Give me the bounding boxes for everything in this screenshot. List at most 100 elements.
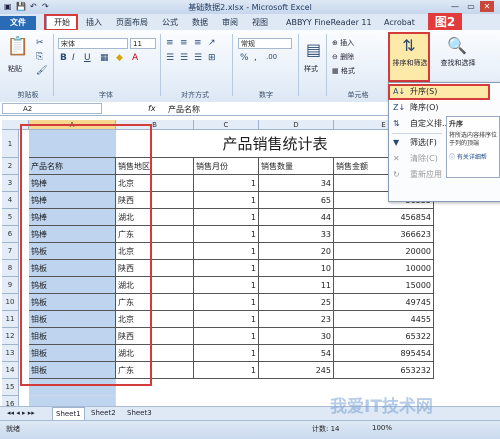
table-cell[interactable]: 1 <box>194 192 259 209</box>
row-header-10[interactable]: 10 <box>2 294 19 311</box>
name-box[interactable]: A2 <box>2 103 102 114</box>
align-top-icon[interactable]: ≡ <box>166 38 174 48</box>
header-cell[interactable]: 销售月份 <box>194 158 259 175</box>
table-cell[interactable]: 30 <box>259 328 334 345</box>
tab-review[interactable]: 审阅 <box>218 16 242 30</box>
column-header-c[interactable]: C <box>194 120 259 130</box>
align-left-icon[interactable]: ☰ <box>166 53 174 63</box>
fill-color-icon[interactable]: ◆ <box>116 53 123 63</box>
table-cell[interactable]: 15000 <box>334 277 434 294</box>
row-header-14[interactable]: 14 <box>2 362 19 379</box>
row-header-9[interactable]: 9 <box>2 277 19 294</box>
align-center-icon[interactable]: ☰ <box>180 53 188 63</box>
header-cell[interactable]: 销售数量 <box>259 158 334 175</box>
table-cell[interactable]: 653232 <box>334 362 434 379</box>
underline-button[interactable]: U <box>84 53 91 63</box>
styles-icon[interactable]: ▤ <box>306 40 321 59</box>
table-cell[interactable]: 49745 <box>334 294 434 311</box>
merge-icon[interactable]: ⊞ <box>208 53 216 63</box>
find-select-icon[interactable]: 🔍 <box>446 36 468 55</box>
sheet-tab-2[interactable]: Sheet2 <box>88 407 119 419</box>
bold-button[interactable]: B <box>60 53 67 63</box>
table-cell[interactable]: 366623 <box>334 226 434 243</box>
sheet-title[interactable]: 产品销售统计表 <box>116 130 434 158</box>
table-cell[interactable]: 33 <box>259 226 334 243</box>
tab-abbyy[interactable]: ABBYY FineReader 11 <box>282 16 376 30</box>
paste-label[interactable]: 粘贴 <box>8 64 22 74</box>
menu-item-sort-ascending[interactable]: A↓ 升序(S) <box>390 85 490 99</box>
orientation-icon[interactable]: ↗ <box>208 38 216 48</box>
table-cell[interactable]: 1 <box>194 362 259 379</box>
row-header-2[interactable]: 2 <box>2 158 19 175</box>
close-button[interactable]: ✕ <box>480 1 494 12</box>
table-cell[interactable]: 1 <box>194 345 259 362</box>
table-cell[interactable]: 25 <box>259 294 334 311</box>
table-cell[interactable]: 10000 <box>334 260 434 277</box>
table-cell[interactable]: 1 <box>194 277 259 294</box>
row-header-6[interactable]: 6 <box>2 226 19 243</box>
tab-acrobat[interactable]: Acrobat <box>380 16 419 30</box>
table-cell[interactable]: 1 <box>194 328 259 345</box>
row-header-8[interactable]: 8 <box>2 260 19 277</box>
fx-icon[interactable]: fx <box>148 104 156 113</box>
format-painter-icon[interactable]: 🖌 <box>36 66 47 76</box>
table-cell[interactable]: 65 <box>259 192 334 209</box>
table-cell[interactable]: 1 <box>194 311 259 328</box>
row-header-12[interactable]: 12 <box>2 328 19 345</box>
format-cells-button[interactable]: ▦ 格式 <box>332 66 355 76</box>
find-select-label[interactable]: 查找和选择 <box>436 58 480 68</box>
row-header-1[interactable]: 1 <box>2 130 19 158</box>
table-cell[interactable]: 1 <box>194 226 259 243</box>
sheet-tab-3[interactable]: Sheet3 <box>124 407 155 419</box>
paste-icon[interactable]: 📋 <box>6 36 30 62</box>
table-cell[interactable]: 4455 <box>334 311 434 328</box>
table-cell[interactable]: 54 <box>259 345 334 362</box>
tooltip-help-link[interactable]: ⓘ 有关详细帮 <box>449 152 497 161</box>
align-middle-icon[interactable]: ≡ <box>180 38 188 48</box>
maximize-button[interactable]: ▭ <box>464 1 478 12</box>
tab-view[interactable]: 视图 <box>248 16 272 30</box>
font-color-icon[interactable]: A <box>132 53 138 63</box>
row-header-13[interactable]: 13 <box>2 345 19 362</box>
percent-button[interactable]: % <box>240 53 249 63</box>
row-header-7[interactable]: 7 <box>2 243 19 260</box>
align-right-icon[interactable]: ☰ <box>194 53 202 63</box>
formula-input[interactable]: 产品名称 <box>168 104 200 115</box>
row-header-3[interactable]: 3 <box>2 175 19 192</box>
copy-icon[interactable]: ⎘ <box>36 52 43 62</box>
sheet-tab-1[interactable]: Sheet1 <box>52 407 85 421</box>
insert-cells-button[interactable]: ⊕ 插入 <box>332 38 354 48</box>
table-cell[interactable]: 1 <box>194 175 259 192</box>
italic-button[interactable]: I <box>72 53 75 63</box>
status-zoom[interactable]: 100% <box>372 424 392 432</box>
font-name-select[interactable]: 宋体 <box>58 38 128 49</box>
comma-button[interactable]: , <box>254 53 257 63</box>
tab-page-layout[interactable]: 页面布局 <box>112 16 152 30</box>
table-cell[interactable]: 20000 <box>334 243 434 260</box>
row-header-15[interactable]: 15 <box>2 379 19 396</box>
table-cell[interactable]: 34 <box>259 175 334 192</box>
delete-cells-button[interactable]: ⊖ 删除 <box>332 52 354 62</box>
tab-insert[interactable]: 插入 <box>82 16 106 30</box>
row-header-11[interactable]: 11 <box>2 311 19 328</box>
styles-label[interactable]: 样式 <box>304 64 318 74</box>
table-cell[interactable]: 1 <box>194 260 259 277</box>
row-header-4[interactable]: 4 <box>2 192 19 209</box>
column-header-d[interactable]: D <box>259 120 334 130</box>
table-cell[interactable]: 10 <box>259 260 334 277</box>
row-header-5[interactable]: 5 <box>2 209 19 226</box>
table-cell[interactable]: 20 <box>259 243 334 260</box>
table-cell[interactable]: 65322 <box>334 328 434 345</box>
border-icon[interactable]: ▦ <box>100 53 109 63</box>
menu-item-sort-descending[interactable]: Z↓ 降序(O) <box>390 101 490 115</box>
table-cell[interactable]: 456854 <box>334 209 434 226</box>
table-cell[interactable]: 1 <box>194 209 259 226</box>
table-cell[interactable]: 11 <box>259 277 334 294</box>
table-cell[interactable]: 44 <box>259 209 334 226</box>
font-size-select[interactable]: 11 <box>130 38 156 49</box>
number-format-select[interactable]: 常规 <box>238 38 292 49</box>
table-cell[interactable]: 1 <box>194 294 259 311</box>
decimal-button[interactable]: .00 <box>266 53 277 61</box>
table-cell[interactable]: 895454 <box>334 345 434 362</box>
align-bottom-icon[interactable]: ≡ <box>194 38 202 48</box>
